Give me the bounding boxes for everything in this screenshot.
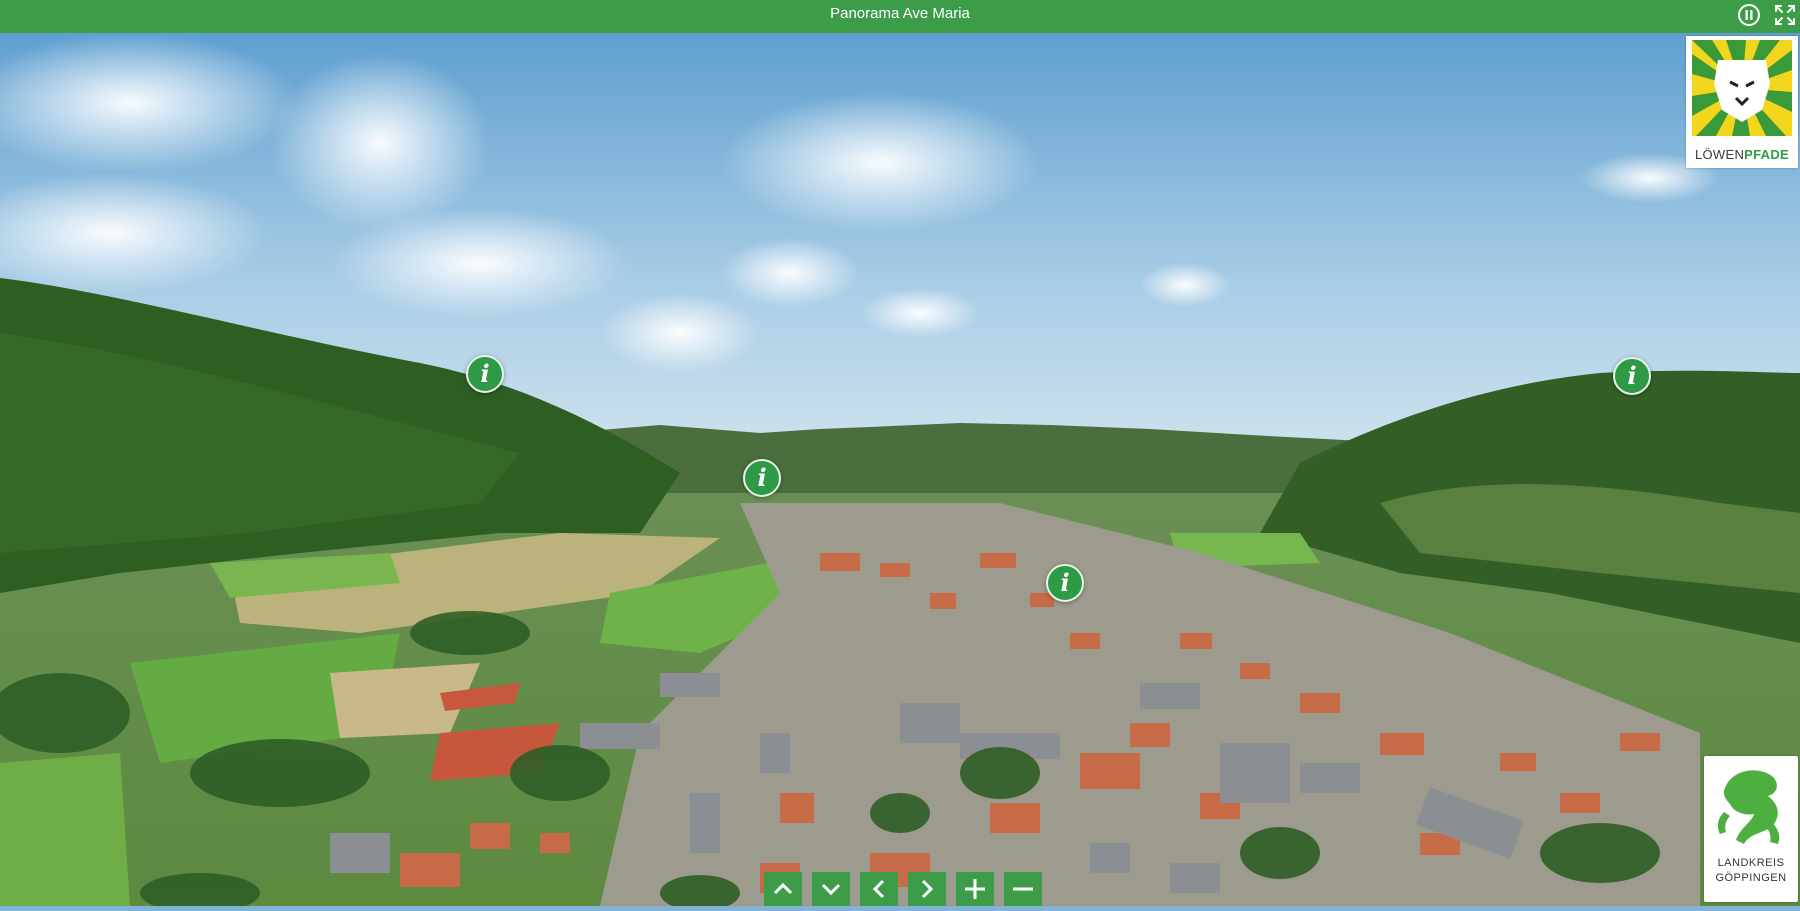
info-hotspot[interactable]: i <box>1046 564 1084 602</box>
pan-right-button[interactable] <box>908 872 946 906</box>
pause-circle-icon <box>1738 4 1760 26</box>
chevron-up-icon <box>773 882 793 895</box>
info-icon: i <box>1627 361 1637 390</box>
minus-icon <box>1013 887 1033 891</box>
panorama-title: Panorama Ave Maria <box>830 5 970 22</box>
pan-down-button[interactable] <box>812 872 850 906</box>
panorama-viewer[interactable]: i i i i <box>0 33 1800 911</box>
landkreis-goeppingen-logo[interactable]: LANDKREIS GÖPPINGEN <box>1704 756 1798 902</box>
fullscreen-button[interactable] <box>1772 2 1798 28</box>
info-icon: i <box>480 359 490 388</box>
info-icon: i <box>757 463 767 492</box>
autorotate-toggle-button[interactable] <box>1736 2 1762 28</box>
info-hotspot[interactable]: i <box>466 355 504 393</box>
info-hotspot[interactable]: i <box>1613 357 1651 395</box>
navigation-controls <box>764 872 1042 906</box>
info-hotspot[interactable]: i <box>743 459 781 497</box>
pan-up-button[interactable] <box>764 872 802 906</box>
panorama-image[interactable] <box>0 33 1800 911</box>
lion-crest-icon <box>1717 770 1780 844</box>
plus-icon <box>965 879 985 899</box>
info-icon: i <box>1060 568 1070 597</box>
zoom-in-button[interactable] <box>956 872 994 906</box>
landkreis-caption: LANDKREIS GÖPPINGEN <box>1715 857 1787 884</box>
chevron-right-icon <box>921 879 934 899</box>
fullscreen-icon <box>1775 5 1795 25</box>
chevron-left-icon <box>872 879 885 899</box>
title-bar: Panorama Ave Maria <box>0 0 1800 33</box>
lion-logo-icon <box>1692 40 1792 136</box>
loewenpfade-caption: LÖWENPFADE <box>1694 147 1789 162</box>
loewenpfade-logo[interactable]: LÖWENPFADE <box>1686 36 1798 168</box>
chevron-down-icon <box>821 883 841 896</box>
zoom-out-button[interactable] <box>1004 872 1042 906</box>
pan-left-button[interactable] <box>860 872 898 906</box>
